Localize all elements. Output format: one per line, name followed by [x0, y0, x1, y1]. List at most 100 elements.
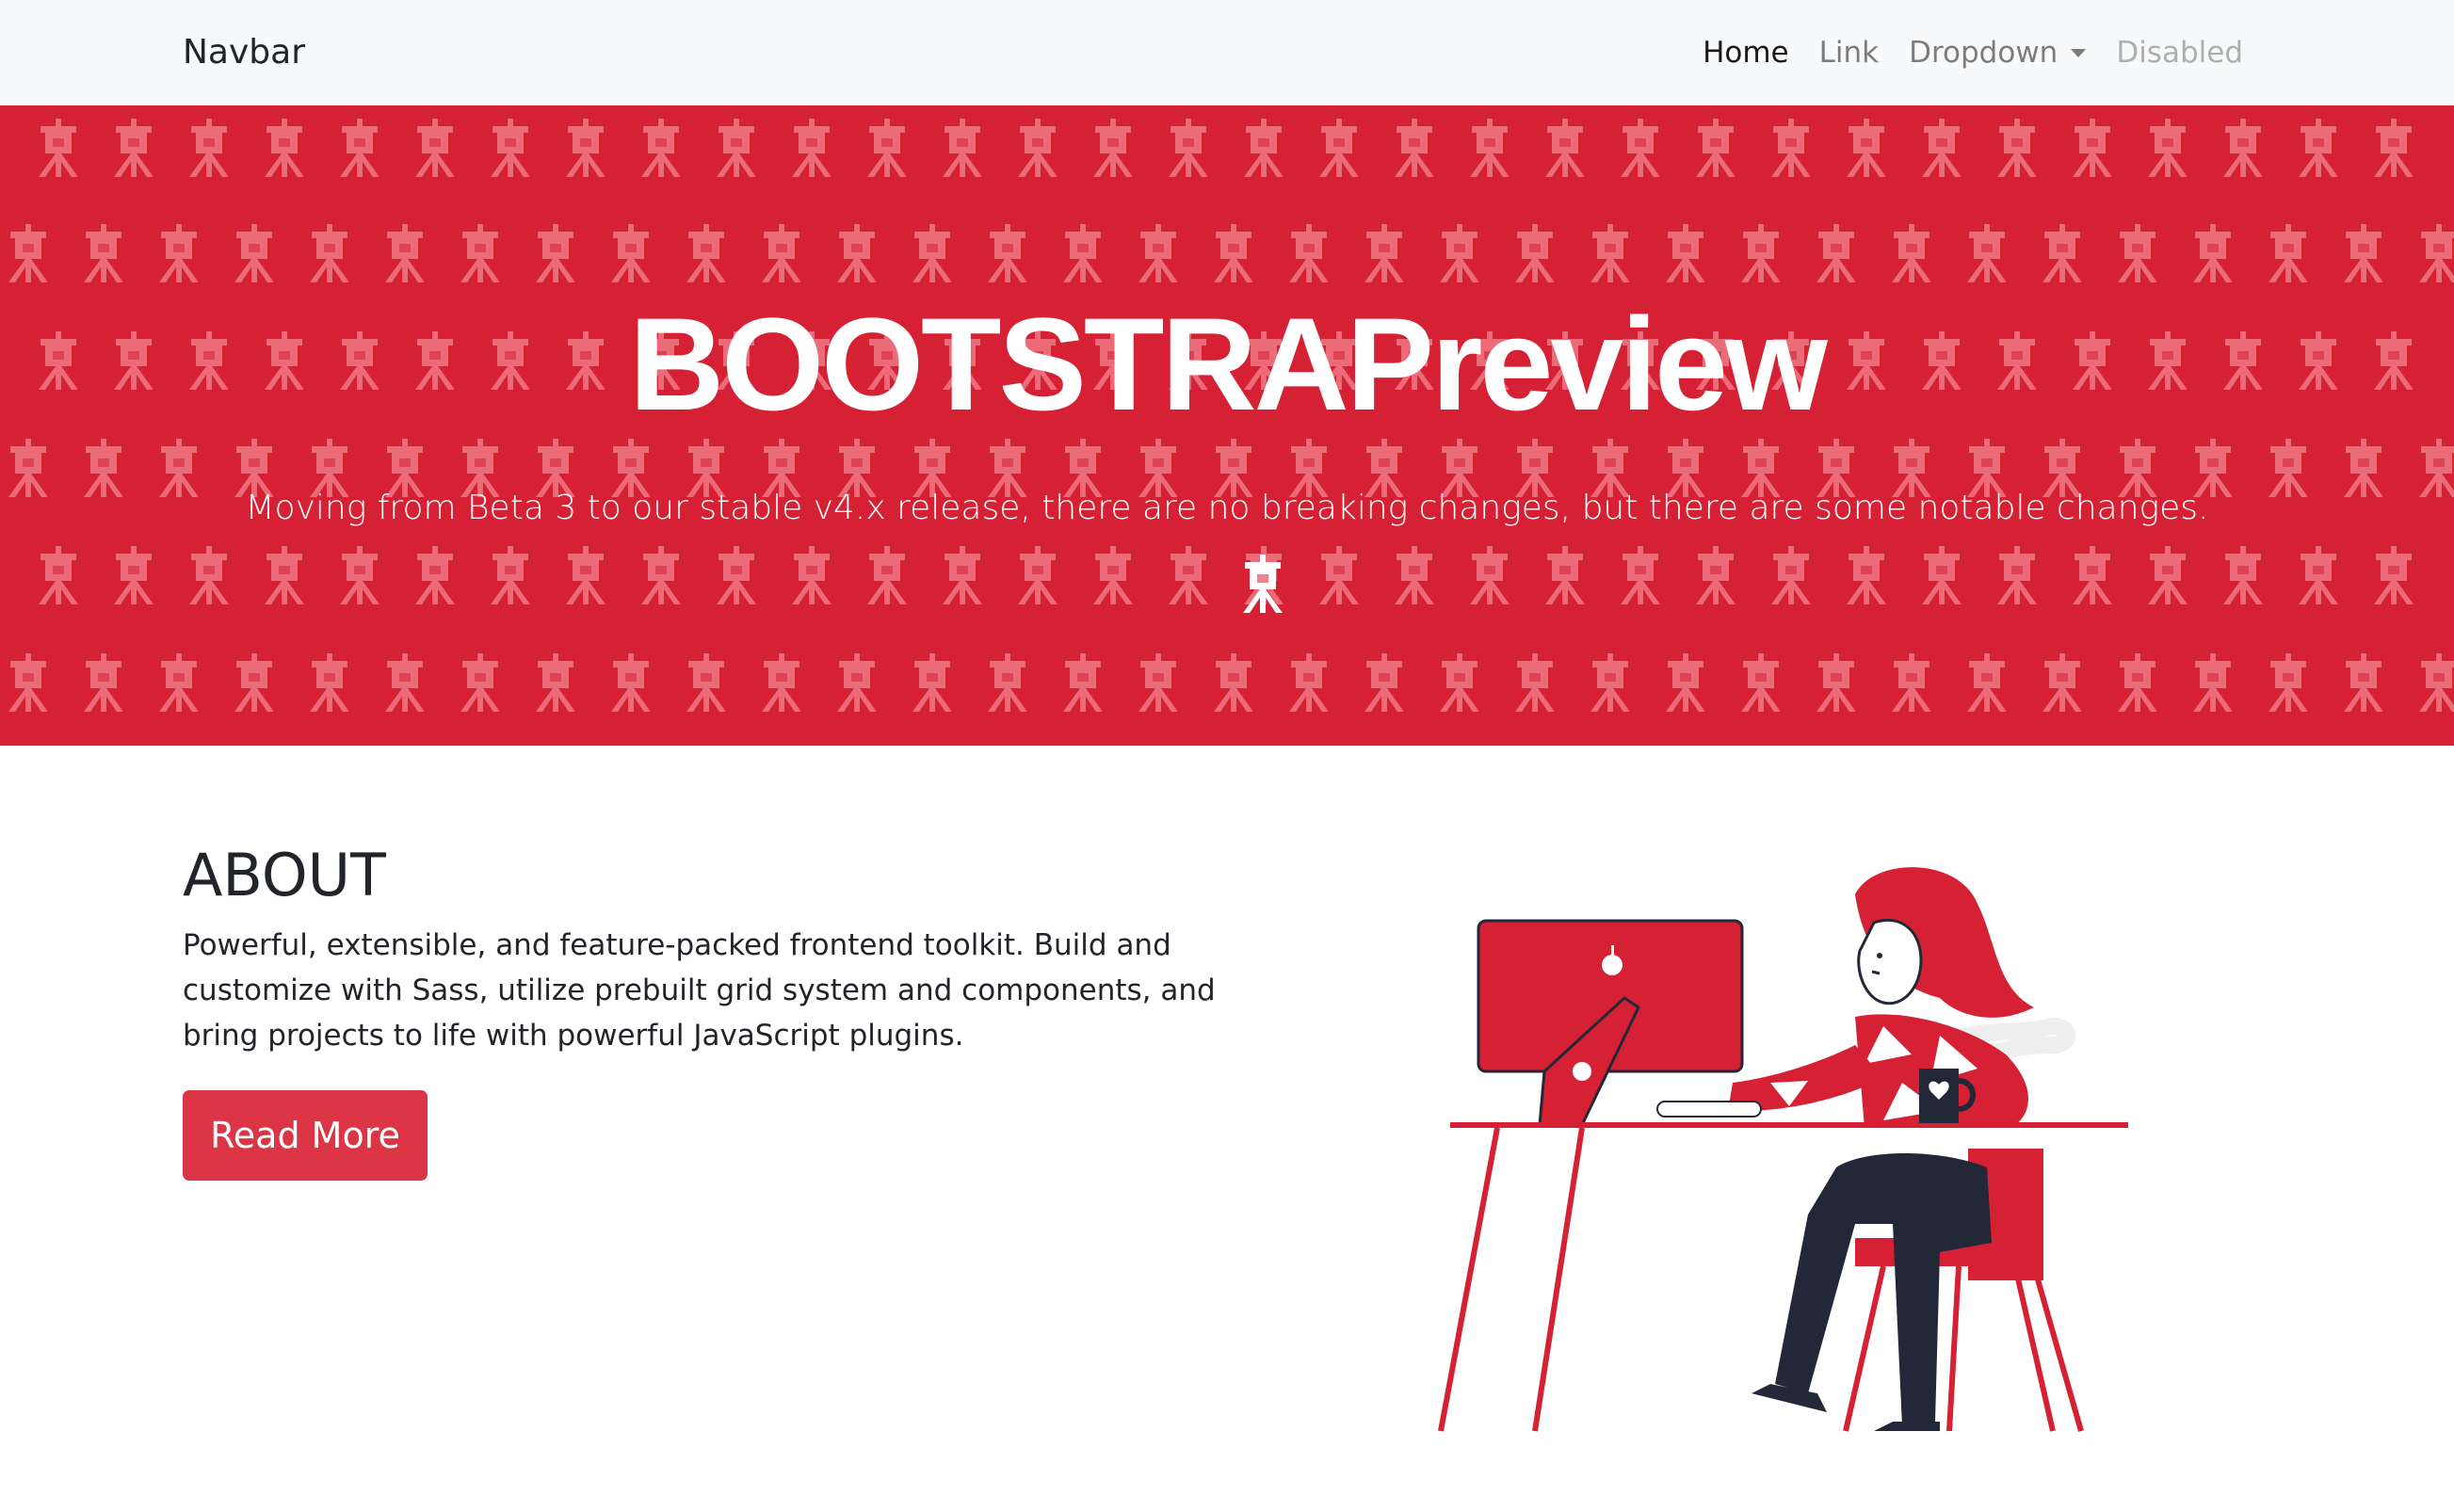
pattern-tripod-icon [2073, 119, 2112, 177]
pattern-tripod-icon [2419, 653, 2454, 712]
pattern-tripod-icon [460, 224, 500, 282]
pattern-tripod-icon [2042, 224, 2082, 282]
hero-title: BOOTSTRAPreview [629, 290, 1828, 438]
person-at-computer-illustration [1438, 867, 2128, 1432]
pattern-tripod-icon [867, 546, 907, 604]
pattern-tripod-icon [2299, 119, 2338, 177]
nav-link-dropdown[interactable]: Dropdown [1894, 28, 2101, 77]
pattern-tripod-icon [717, 119, 756, 177]
pattern-tripod-icon [1696, 546, 1736, 604]
pattern-tripod-icon [1967, 224, 2007, 282]
pattern-tripod-icon [1319, 119, 1359, 177]
pattern-tripod-icon [686, 224, 726, 282]
pattern-tripod-icon [1395, 546, 1434, 604]
pattern-tripod-icon [265, 546, 304, 604]
pattern-tripod-icon [1847, 546, 1886, 604]
nav-link-link[interactable]: Link [1804, 28, 1894, 77]
pattern-tripod-icon [340, 119, 379, 177]
nav-link-home[interactable]: Home [1687, 28, 1804, 77]
pattern-tripod-icon [1244, 119, 1284, 177]
pattern-tripod-icon [1741, 653, 1781, 712]
pattern-tripod-icon [415, 546, 455, 604]
pattern-tripod-icon [1515, 224, 1555, 282]
pattern-tripod-icon [1545, 119, 1585, 177]
pattern-tripod-icon [39, 546, 78, 604]
pattern-tripod-icon [1666, 653, 1705, 712]
about-text: Powerful, extensible, and feature-packed… [183, 928, 1216, 1053]
pattern-tripod-icon [159, 224, 199, 282]
pattern-tripod-icon [912, 653, 952, 712]
pattern-tripod-icon [792, 546, 831, 604]
pattern-tripod-icon [39, 119, 78, 177]
dropdown-label: Dropdown [1909, 36, 2058, 70]
pattern-tripod-icon [1696, 119, 1736, 177]
pattern-tripod-icon [189, 546, 229, 604]
pattern-tripod-icon [1892, 653, 1931, 712]
pattern-tripod-icon [536, 653, 575, 712]
pattern-tripod-icon [1470, 546, 1510, 604]
pattern-tripod-icon [1018, 546, 1057, 604]
pattern-tripod-icon [641, 546, 681, 604]
pattern-tripod-icon [8, 653, 48, 712]
pattern-tripod-icon [265, 119, 304, 177]
pattern-tripod-icon [385, 224, 425, 282]
pattern-tripod-icon [2193, 224, 2233, 282]
pattern-tripod-icon [491, 119, 530, 177]
pattern-tripod-icon [1922, 119, 1962, 177]
read-more-button[interactable]: Read More [183, 1090, 428, 1181]
pattern-tripod-icon [491, 546, 530, 604]
pattern-tripod-icon [566, 119, 605, 177]
pattern-tripod-icon [1093, 546, 1133, 604]
pattern-tripod-icon [1289, 653, 1329, 712]
pattern-tripod-icon [84, 224, 123, 282]
pattern-tripod-icon [310, 653, 349, 712]
pattern-tripod-icon [1169, 119, 1208, 177]
pattern-tripod-icon [2042, 653, 2082, 712]
pattern-tripod-icon [1967, 653, 2007, 712]
pattern-tripod-icon [2268, 653, 2308, 712]
pattern-tripod-icon [1590, 224, 1630, 282]
pattern-tripod-icon [1997, 119, 2037, 177]
pattern-tripod-icon [1063, 224, 1103, 282]
navbar: Navbar Home Link Dropdown Disabled [0, 0, 2454, 105]
navbar-brand[interactable]: Navbar [183, 28, 305, 77]
pattern-tripod-icon [2299, 546, 2338, 604]
caret-down-icon [2071, 49, 2087, 57]
pattern-tripod-icon [189, 119, 229, 177]
pattern-tripod-icon [988, 224, 1027, 282]
nav-links: Home Link Dropdown Disabled [1687, 28, 2258, 77]
pattern-tripod-icon [2344, 653, 2383, 712]
pattern-tripod-icon [1214, 653, 1253, 712]
pattern-tripod-icon [2148, 546, 2188, 604]
pattern-tripod-icon [717, 546, 756, 604]
pattern-tripod-icon [114, 119, 153, 177]
pattern-tripod-icon [2223, 119, 2263, 177]
pattern-tripod-icon [2118, 224, 2157, 282]
pattern-tripod-icon [1470, 119, 1510, 177]
pattern-tripod-icon [385, 653, 425, 712]
pattern-tripod-icon [943, 119, 982, 177]
pattern-tripod-icon [2148, 119, 2188, 177]
pattern-tripod-icon [1515, 653, 1555, 712]
pattern-tripod-icon [2073, 546, 2112, 604]
pattern-tripod-icon [2344, 224, 2383, 282]
pattern-tripod-icon [159, 653, 199, 712]
pattern-tripod-icon [792, 119, 831, 177]
pattern-tripod-icon [1395, 119, 1434, 177]
pattern-tripod-icon [1063, 653, 1103, 712]
pattern-tripod-icon [84, 653, 123, 712]
pattern-tripod-icon [2268, 224, 2308, 282]
pattern-tripod-icon [566, 546, 605, 604]
pattern-tripod-icon [1621, 119, 1660, 177]
pattern-tripod-icon [641, 119, 681, 177]
pattern-tripod-icon [114, 546, 153, 604]
pattern-tripod-icon [2374, 119, 2414, 177]
pattern-tripod-icon [988, 653, 1027, 712]
pattern-tripod-icon [686, 653, 726, 712]
pattern-tripod-icon [837, 224, 877, 282]
pattern-tripod-icon [1545, 546, 1585, 604]
pattern-tripod-icon [1214, 224, 1253, 282]
pattern-tripod-icon [943, 546, 982, 604]
pattern-tripod-icon [1621, 546, 1660, 604]
pattern-tripod-icon [1138, 224, 1178, 282]
